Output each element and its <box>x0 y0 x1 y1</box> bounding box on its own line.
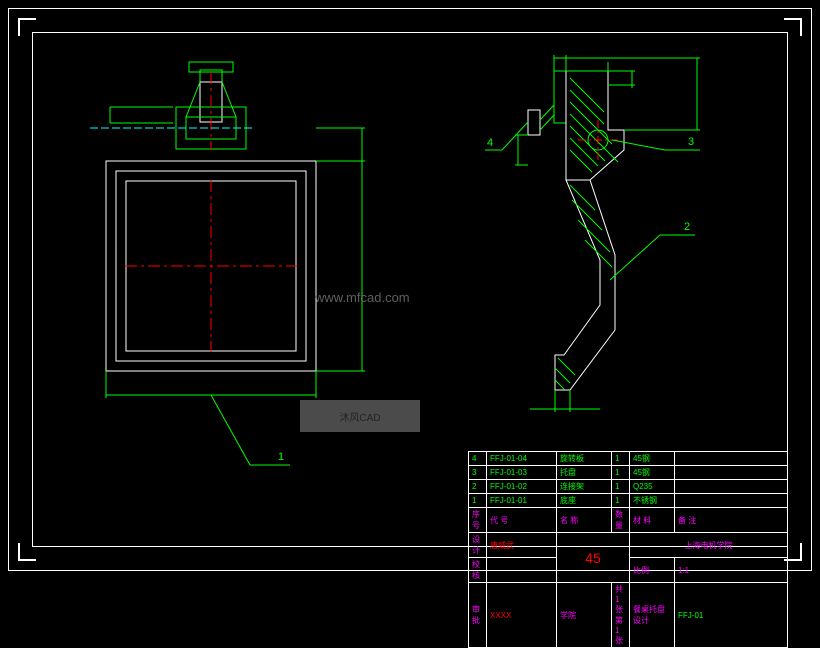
bom-header: 序号代 号名 称数量材 料备 注 <box>469 508 788 533</box>
bom-row: 4 FFJ-01-04 旋转板 1 45钢 <box>469 452 788 466</box>
section-view: 4 3 2 <box>485 55 700 412</box>
title-block: 4 FFJ-01-04 旋转板 1 45钢 3FFJ-01-03托盘145钢 2… <box>468 451 788 547</box>
bom-row: 2FFJ-01-02连接架1Q235 <box>469 480 788 494</box>
watermark-logo: 沐风CAD <box>300 400 420 432</box>
bom-row: 3FFJ-01-03托盘145钢 <box>469 466 788 480</box>
leader-1: 1 <box>278 451 284 463</box>
leader-2: 2 <box>684 221 690 233</box>
leader-3: 3 <box>688 136 694 148</box>
leader-4: 4 <box>487 137 493 149</box>
bom-row: 1FFJ-01-01底座1不锈钢 <box>469 494 788 508</box>
watermark-text: www.mfcad.com <box>315 290 410 305</box>
